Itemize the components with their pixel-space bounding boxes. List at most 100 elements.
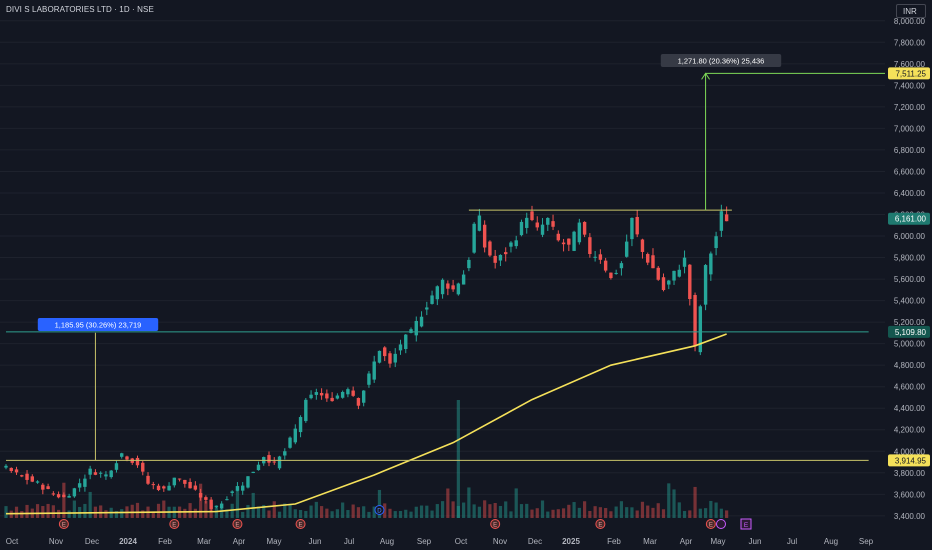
candle-body	[346, 389, 350, 395]
candle-body	[593, 256, 597, 258]
x-tick-label: Nov	[493, 537, 507, 546]
candle-body	[393, 353, 397, 363]
y-tick-label: 3,600.00	[894, 490, 926, 499]
x-tick-label: Oct	[6, 537, 19, 546]
volume-bar	[567, 504, 571, 518]
candle-body	[288, 437, 292, 448]
volume-bar	[335, 509, 339, 518]
candle-body	[120, 453, 124, 457]
volume-bar	[277, 511, 282, 518]
volume-bar	[446, 488, 450, 518]
price-tag-mid: 5,109.80	[895, 328, 927, 337]
candle-body	[372, 361, 376, 380]
price-chart[interactable]: 1,185.95 (30.26%) 23,719 1,271.80 (20.36%…	[0, 0, 932, 550]
volume-bar	[535, 508, 539, 518]
volume-bar	[477, 506, 481, 518]
candle-body	[383, 347, 387, 357]
dividend-icon	[716, 519, 726, 529]
volume-bar	[667, 483, 671, 518]
candle-body	[477, 215, 482, 231]
volume-bar	[635, 510, 639, 518]
volume-bar	[220, 508, 224, 518]
candle-body	[251, 471, 255, 474]
candle-body	[504, 252, 508, 255]
event-marker-letter: E	[62, 523, 66, 529]
volume-bar	[272, 501, 276, 518]
volume-bar	[341, 502, 345, 518]
candle-body	[398, 344, 403, 351]
candle-body	[588, 237, 592, 255]
chart-title: DIVI S LABORATORIES LTD · 1D · NSE	[6, 5, 154, 14]
x-tick-label: Jul	[344, 537, 354, 546]
volume-bar	[598, 507, 602, 518]
x-tick-label: Mar	[197, 537, 211, 546]
y-tick-label: 7,400.00	[894, 81, 926, 90]
candle-body	[698, 306, 703, 353]
candle-body	[325, 393, 329, 399]
volume-bar	[672, 489, 676, 518]
x-tick-label: Sep	[417, 537, 432, 546]
candle-body	[582, 221, 587, 235]
candle-body	[77, 483, 82, 488]
event-marker-letter: E	[172, 523, 176, 529]
volume-bar	[293, 509, 297, 518]
event-marker: D	[374, 505, 385, 515]
candle-body	[156, 485, 161, 491]
candle-body	[556, 233, 560, 241]
candle-body	[677, 269, 681, 277]
x-tick-label: Apr	[680, 537, 693, 546]
volume-bar	[661, 509, 666, 518]
x-tick-label: Aug	[824, 537, 838, 546]
candle-body	[135, 457, 140, 466]
volume-bar	[625, 507, 629, 518]
volume-bar	[356, 507, 361, 518]
volume-bar	[183, 508, 187, 518]
y-tick-label: 5,800.00	[894, 254, 926, 263]
candle-body	[267, 455, 271, 463]
y-tick-label: 7,800.00	[894, 38, 926, 47]
volume-bar	[425, 505, 429, 518]
event-marker-letter: E	[235, 523, 239, 529]
volume-bar	[41, 506, 45, 518]
candle-body	[351, 390, 355, 396]
y-tick-label: 6,400.00	[894, 189, 926, 198]
volume-bar	[298, 509, 303, 518]
volume-bar	[388, 508, 392, 518]
y-tick-label: 4,800.00	[894, 361, 926, 370]
candle-body	[619, 263, 624, 269]
candle-body	[93, 472, 98, 475]
candle-body	[425, 307, 429, 310]
candle-body	[435, 286, 440, 300]
currency-selector[interactable]: INR	[896, 4, 926, 18]
candle-body	[624, 241, 629, 257]
candle-body	[125, 456, 129, 460]
candle-body	[451, 285, 455, 290]
candle-body	[572, 231, 576, 251]
candle-body	[330, 397, 334, 402]
volume-bar	[35, 504, 40, 518]
candle-body	[551, 221, 555, 227]
y-tick-label: 4,400.00	[894, 404, 926, 413]
candle-body	[709, 253, 713, 275]
candle-body	[577, 222, 582, 243]
candle-body	[688, 264, 692, 300]
candle-body	[25, 473, 29, 480]
x-tick-label: Sep	[859, 537, 874, 546]
volume-bar	[698, 508, 702, 518]
volume-bar	[409, 511, 413, 518]
candle-body	[361, 390, 366, 403]
volume-bar	[504, 501, 508, 518]
volume-bar	[135, 502, 140, 518]
volume-bar	[25, 504, 29, 518]
candle-body	[482, 224, 487, 248]
candle-body	[272, 461, 276, 463]
y-tick-label: 4,600.00	[894, 383, 926, 392]
volume-bar	[609, 511, 613, 518]
candle-body	[9, 467, 13, 472]
price-tag-target: 7,511.25	[895, 69, 926, 78]
candle-body	[530, 211, 534, 221]
volume-bar	[483, 500, 487, 518]
volume-bar	[46, 503, 50, 518]
candle-body	[183, 479, 187, 484]
x-tick-label: Jun	[309, 537, 322, 546]
